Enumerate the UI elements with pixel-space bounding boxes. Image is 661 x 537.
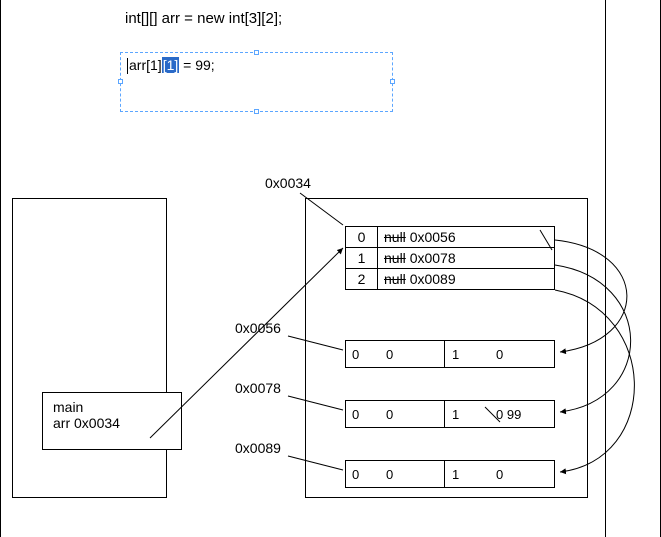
- resize-handle-s[interactable]: [254, 109, 259, 114]
- outer-new-2: 0x0089: [410, 271, 456, 287]
- stack-region: [12, 198, 167, 498]
- sub0-idx0: 0: [352, 341, 359, 367]
- sub-array-0: 0 0 1 0: [345, 340, 555, 368]
- code-declaration: int[][] arr = new int[3][2];: [125, 10, 282, 27]
- table-row: 1 null 0x0078: [346, 248, 555, 269]
- stack-frame-main: main arr 0x0034: [42, 392, 182, 450]
- sub0-val1: 0: [496, 341, 503, 367]
- outer-idx-2: 2: [346, 269, 378, 290]
- code-assign-prefix: arr[1]: [129, 57, 162, 73]
- resize-handle-w[interactable]: [118, 79, 123, 84]
- code-assign-suffix: = 99;: [179, 57, 214, 73]
- frame-label: main: [53, 399, 171, 415]
- addr-sub-1: 0x0078: [235, 380, 281, 396]
- text-caret: [127, 58, 128, 74]
- outer-val-2: null 0x0089: [378, 269, 555, 290]
- sub2-idx1: 1: [452, 461, 459, 487]
- var-name: arr: [53, 415, 70, 431]
- outer-idx-0: 0: [346, 227, 378, 248]
- sub0-idx1: 1: [452, 341, 459, 367]
- outer-array-table: 0 null 0x0056 1 null 0x0078 2 null 0x008…: [345, 226, 555, 290]
- sub2-idx0: 0: [352, 461, 359, 487]
- addr-outer: 0x0034: [265, 175, 311, 191]
- code-assign-selection[interactable]: [1]: [162, 57, 180, 73]
- sub1-val1: 0 99: [496, 401, 521, 427]
- sub1-val0: 0: [386, 401, 393, 427]
- addr-sub-2: 0x0089: [235, 440, 281, 456]
- sub-array-2: 0 0 1 0: [345, 460, 555, 488]
- sub1-idx0: 0: [352, 401, 359, 427]
- outer-idx-1: 1: [346, 248, 378, 269]
- resize-handle-e[interactable]: [390, 79, 395, 84]
- outer-val-1: null 0x0078: [378, 248, 555, 269]
- resize-handle-n[interactable]: [254, 50, 259, 55]
- sub-array-1: 0 0 1 0 99: [345, 400, 555, 428]
- cell-separator: [444, 341, 445, 367]
- cell-separator: [444, 401, 445, 427]
- sub1-idx1: 1: [452, 401, 459, 427]
- code-edit-box[interactable]: arr[1][1] = 99;: [120, 52, 393, 112]
- frame-right-line-1: [605, 0, 606, 537]
- outer-val-0: null 0x0056: [378, 227, 555, 248]
- outer-new-0: 0x0056: [410, 229, 456, 245]
- var-value: 0x0034: [74, 415, 120, 431]
- sub2-val1: 0: [496, 461, 503, 487]
- outer-old-1: null: [384, 250, 406, 266]
- table-row: 0 null 0x0056: [346, 227, 555, 248]
- addr-sub-0: 0x0056: [235, 320, 281, 336]
- sub0-val0: 0: [386, 341, 393, 367]
- cell-separator: [444, 461, 445, 487]
- table-row: 2 null 0x0089: [346, 269, 555, 290]
- outer-old-2: null: [384, 271, 406, 287]
- frame-left-line: [0, 0, 1, 537]
- sub2-val0: 0: [386, 461, 393, 487]
- outer-old-0: null: [384, 229, 406, 245]
- outer-new-1: 0x0078: [410, 250, 456, 266]
